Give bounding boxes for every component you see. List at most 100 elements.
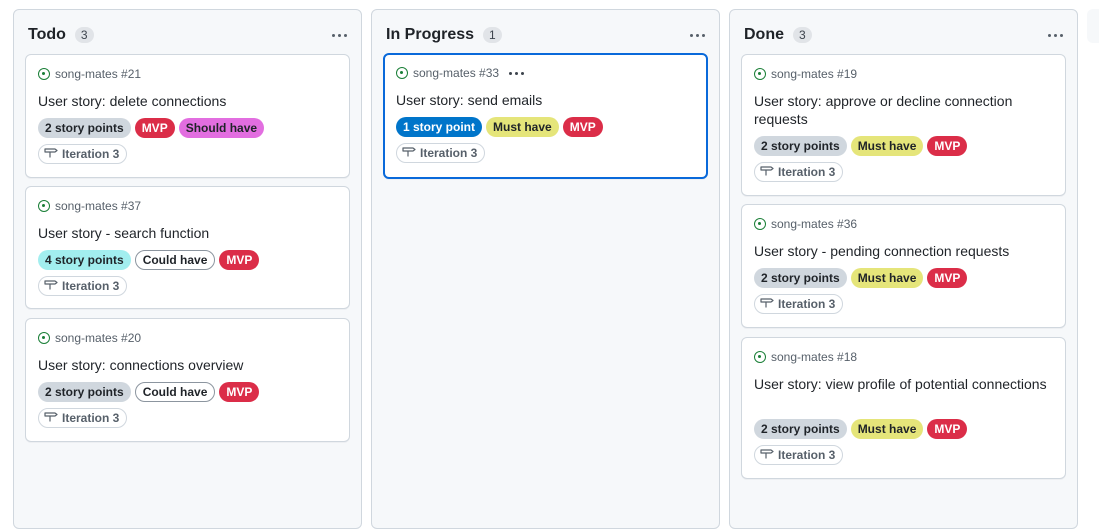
- card-repo-number: song-mates #33: [413, 66, 500, 80]
- card-title[interactable]: User story: view profile of potential co…: [754, 375, 1053, 393]
- column-todo: Todo 3 song-mates #21 User story: delete…: [13, 9, 362, 529]
- card-repo-number: song-mates #36: [771, 217, 858, 231]
- label-mvp[interactable]: MVP: [219, 250, 260, 270]
- iteration-field[interactable]: Iteration 3: [38, 408, 128, 428]
- card-title[interactable]: User story - search function: [38, 224, 337, 242]
- iteration-field[interactable]: Iteration 3: [38, 144, 128, 164]
- issue-open-icon: [754, 351, 766, 363]
- issue-card[interactable]: song-mates #18 User story: view profile …: [741, 337, 1066, 479]
- column-title: In Progress: [386, 26, 475, 43]
- iteration-field[interactable]: Iteration 3: [754, 162, 844, 182]
- ellipsis-icon: [1047, 33, 1051, 37]
- column-header: In Progress 1: [386, 24, 719, 46]
- label-mvp[interactable]: MVP: [219, 382, 260, 402]
- column-count-badge: 3: [793, 27, 812, 43]
- next-column-edge: [1087, 9, 1099, 43]
- label-must-have[interactable]: Must have: [850, 419, 924, 439]
- iteration-icon: [44, 409, 58, 427]
- ellipsis-dot: [337, 33, 341, 37]
- card-repo-number: song-mates #37: [55, 199, 142, 213]
- card-title[interactable]: User story: approve or decline connectio…: [754, 92, 1053, 128]
- issue-open-icon: [38, 68, 50, 80]
- label-story-points[interactable]: 2 story points: [754, 136, 847, 156]
- card-title[interactable]: User story: connections overview: [38, 356, 337, 374]
- iteration-icon: [760, 446, 774, 464]
- ellipsis-dot: [1053, 33, 1057, 37]
- iteration-label: Iteration 3: [62, 411, 120, 425]
- issue-open-icon: [754, 218, 766, 230]
- label-story-points[interactable]: 4 story points: [38, 250, 131, 270]
- card-labels: 2 story points Must have MVP: [754, 136, 968, 156]
- issue-open-icon: [38, 332, 50, 344]
- issue-card[interactable]: song-mates #20 User story: connections o…: [25, 318, 350, 442]
- card-repo-number: song-mates #21: [55, 67, 142, 81]
- label-must-have[interactable]: Must have: [850, 268, 924, 288]
- label-mvp[interactable]: MVP: [562, 117, 603, 137]
- iteration-label: Iteration 3: [778, 165, 836, 179]
- label-must-have[interactable]: Must have: [850, 136, 924, 156]
- iteration-field[interactable]: Iteration 3: [38, 276, 128, 296]
- card-repo-number: song-mates #18: [771, 350, 858, 364]
- column-in-progress: In Progress 1 song-mates #33 User story:…: [371, 9, 720, 529]
- card-meta: song-mates #33: [396, 66, 525, 80]
- iteration-icon: [402, 144, 416, 162]
- card-menu-button[interactable]: [509, 71, 525, 75]
- ellipsis-dot: [521, 71, 525, 75]
- card-title[interactable]: User story - pending connection requests: [754, 242, 1053, 260]
- column-menu-button[interactable]: [1045, 24, 1065, 46]
- iteration-icon: [760, 163, 774, 181]
- iteration-label: Iteration 3: [62, 147, 120, 161]
- iteration-field[interactable]: Iteration 3: [754, 445, 844, 465]
- ellipsis-icon: [509, 71, 513, 75]
- card-meta: song-mates #20: [38, 331, 141, 345]
- label-story-points[interactable]: 2 story points: [38, 118, 131, 138]
- ellipsis-dot: [1059, 33, 1063, 37]
- label-mvp[interactable]: MVP: [134, 118, 175, 138]
- card-meta: song-mates #37: [38, 199, 141, 213]
- label-must-have[interactable]: Must have: [486, 117, 559, 137]
- column-menu-button[interactable]: [329, 24, 349, 46]
- label-mvp[interactable]: MVP: [927, 419, 968, 439]
- issue-card[interactable]: song-mates #19 User story: approve or de…: [741, 54, 1066, 196]
- issue-open-icon: [754, 68, 766, 80]
- iteration-label: Iteration 3: [778, 448, 836, 462]
- label-story-points[interactable]: 1 story point: [396, 117, 483, 137]
- issue-open-icon: [396, 67, 408, 79]
- card-meta: song-mates #21: [38, 67, 141, 81]
- card-meta: song-mates #19: [754, 67, 857, 81]
- column-done: Done 3 song-mates #19 User story: approv…: [729, 9, 1078, 529]
- label-could-have[interactable]: Could have: [134, 250, 216, 270]
- column-title: Done: [744, 26, 784, 43]
- card-labels: 2 story points Could have MVP: [38, 382, 260, 402]
- column-menu-button[interactable]: [687, 24, 707, 46]
- card-meta: song-mates #36: [754, 217, 857, 231]
- iteration-field[interactable]: Iteration 3: [396, 143, 486, 163]
- label-mvp[interactable]: MVP: [927, 136, 968, 156]
- issue-open-icon: [38, 200, 50, 212]
- card-title[interactable]: User story: delete connections: [38, 92, 337, 110]
- label-could-have[interactable]: Could have: [134, 382, 216, 402]
- column-count-badge: 1: [483, 27, 502, 43]
- card-repo-number: song-mates #19: [771, 67, 858, 81]
- ellipsis-dot: [515, 71, 519, 75]
- label-story-points[interactable]: 2 story points: [38, 382, 131, 402]
- label-mvp[interactable]: MVP: [927, 268, 968, 288]
- ellipsis-icon: [689, 33, 693, 37]
- issue-card-selected[interactable]: song-mates #33 User story: send emails 1…: [383, 53, 708, 179]
- issue-card[interactable]: song-mates #37 User story - search funct…: [25, 186, 350, 309]
- label-story-points[interactable]: 2 story points: [754, 268, 847, 288]
- issue-card[interactable]: song-mates #21 User story: delete connec…: [25, 54, 350, 178]
- iteration-field[interactable]: Iteration 3: [754, 294, 844, 314]
- issue-card[interactable]: song-mates #36 User story - pending conn…: [741, 204, 1066, 328]
- card-labels: 4 story points Could have MVP: [38, 250, 260, 270]
- ellipsis-dot: [695, 33, 699, 37]
- iteration-icon: [44, 145, 58, 163]
- card-title[interactable]: User story: send emails: [396, 91, 694, 109]
- ellipsis-dot: [343, 33, 347, 37]
- column-title: Todo: [28, 26, 66, 43]
- iteration-icon: [44, 277, 58, 295]
- label-story-points[interactable]: 2 story points: [754, 419, 847, 439]
- ellipsis-icon: [331, 33, 335, 37]
- label-should-have[interactable]: Should have: [178, 118, 265, 138]
- iteration-label: Iteration 3: [62, 279, 120, 293]
